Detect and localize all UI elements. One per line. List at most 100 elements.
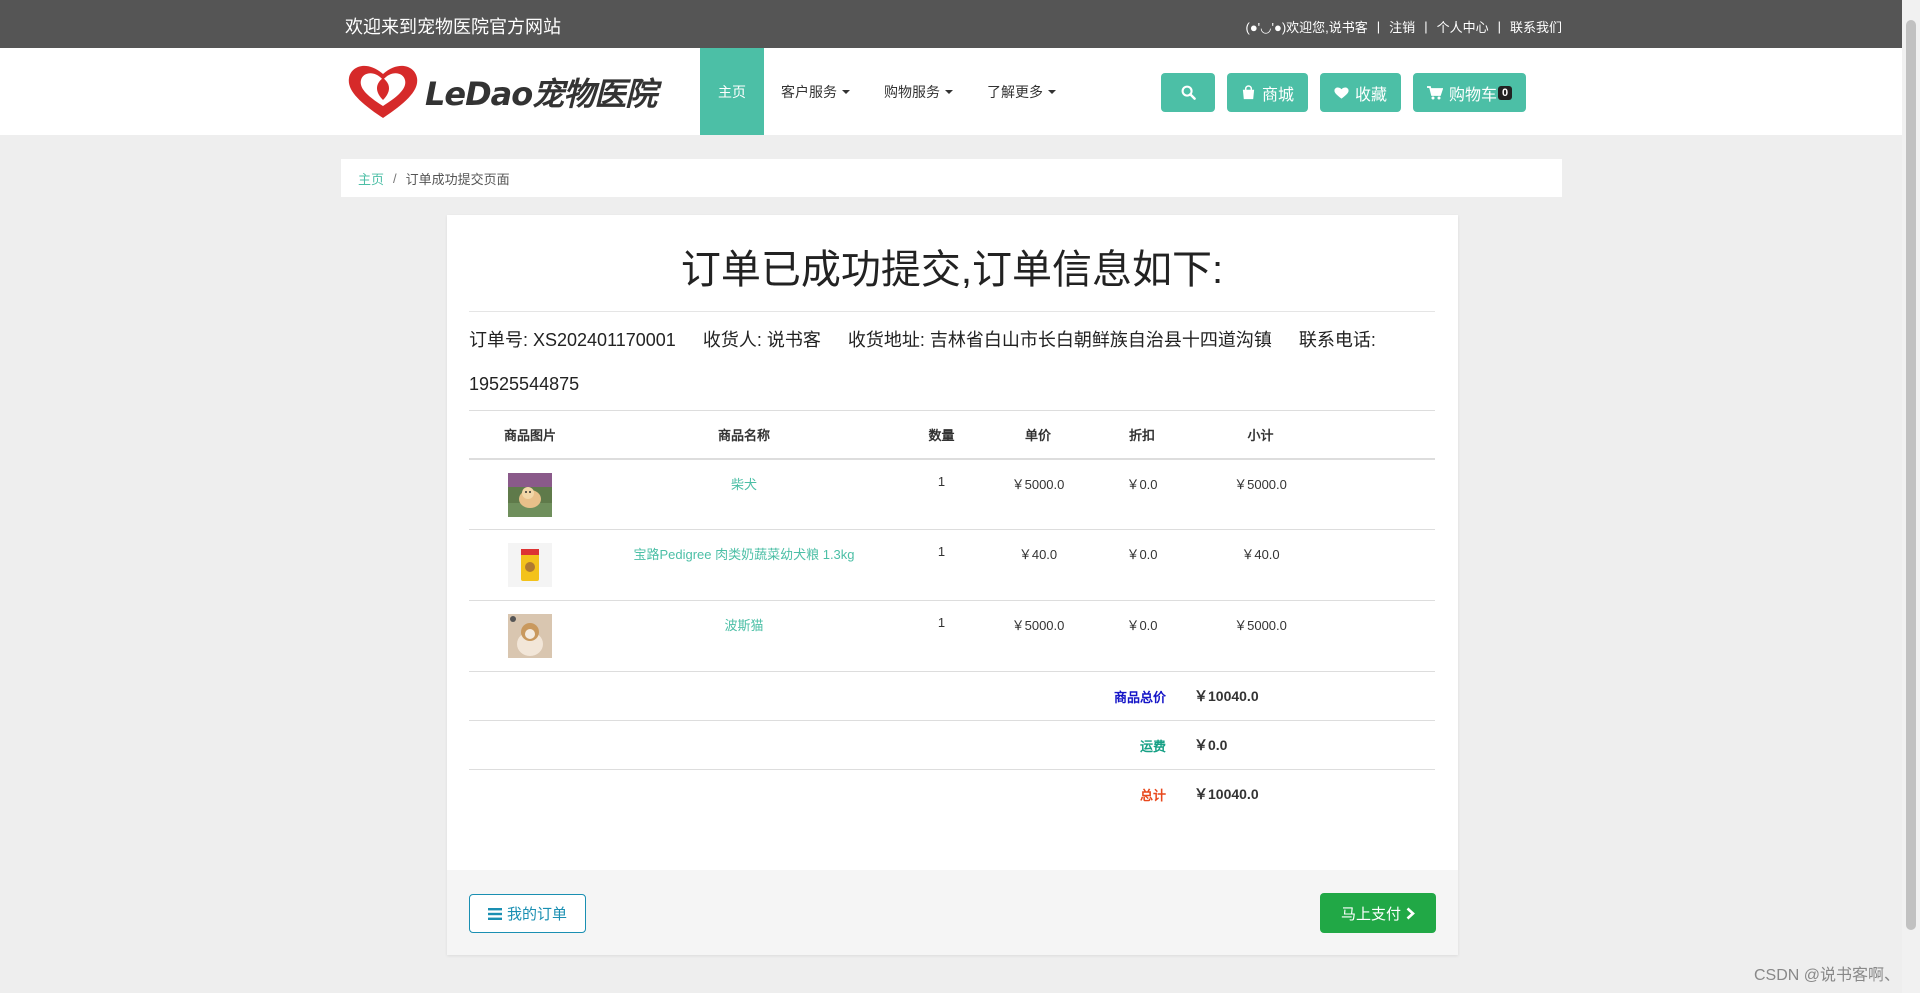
dog-food-bag-photo[interactable]	[508, 543, 552, 587]
my-orders-button[interactable]: 我的订单	[469, 894, 586, 933]
site-logo[interactable]: LeDao宠物医院	[345, 62, 657, 122]
quantity-cell: 1	[897, 458, 986, 530]
shop-button-label: 商城	[1262, 86, 1295, 104]
shipping-value: ￥0.0	[1194, 720, 1435, 770]
empty-cell	[1327, 529, 1435, 601]
quantity-cell: 1	[897, 529, 986, 601]
nav-item-label: 了解更多	[987, 83, 1043, 100]
caret-down-icon	[945, 89, 953, 94]
chevron-right-icon	[1406, 907, 1415, 919]
nav-action-buttons: 商城 收藏 购物车 0	[1161, 73, 1538, 112]
order-info: 订单号: XS202401170001 收货人: 说书客 收货地址: 吉林省白山…	[469, 318, 1435, 406]
nav-item-label: 主页	[718, 83, 746, 100]
empty-cell	[1327, 600, 1435, 672]
scrollbar-thumb[interactable]	[1906, 20, 1916, 930]
grand-total-row: 总计 ￥10040.0	[469, 770, 1435, 819]
discount-cell: ￥0.0	[1090, 600, 1194, 672]
shipping-label: 运费	[469, 720, 1194, 770]
cart-button[interactable]: 购物车 0	[1413, 73, 1527, 112]
panel-footer: 我的订单 马上支付	[447, 870, 1458, 955]
search-icon	[1181, 85, 1196, 100]
discount-cell: ￥0.0	[1090, 458, 1194, 530]
pay-now-label: 马上支付	[1340, 905, 1401, 923]
breadcrumb: 主页 / 订单成功提交页面	[341, 159, 1562, 197]
favorites-button[interactable]: 收藏	[1320, 73, 1402, 112]
product-name-link[interactable]: 柴犬	[731, 477, 757, 492]
goods-total-value: ￥10040.0	[1194, 671, 1435, 721]
quantity-cell: 1	[897, 600, 986, 672]
shop-button[interactable]: 商城	[1227, 73, 1309, 112]
caret-down-icon	[842, 89, 850, 94]
order-items-table: 商品图片 商品名称 数量 单价 折扣 小计 柴犬 1 ￥5000.0 ￥0.0 …	[469, 410, 1435, 819]
table-header-row: 商品图片 商品名称 数量 单价 折扣 小计	[469, 410, 1435, 460]
cart-button-label: 购物车	[1449, 86, 1498, 104]
product-name-cell: 柴犬	[591, 458, 897, 530]
breadcrumb-current: 订单成功提交页面	[405, 171, 510, 187]
heart-icon	[1334, 87, 1349, 99]
column-header: 数量	[897, 410, 986, 460]
separator: |	[1376, 19, 1381, 34]
my-orders-label: 我的订单	[506, 906, 567, 923]
grand-total-value: ￥10040.0	[1194, 786, 1259, 803]
contact-link[interactable]: 联系我们	[1510, 17, 1562, 36]
persian-cat-photo[interactable]	[508, 614, 552, 658]
product-image-cell	[469, 600, 591, 672]
goods-total-row: 商品总价 ￥10040.0	[469, 671, 1435, 721]
main-navbar: LeDao宠物医院 主页 客户服务 购物服务 了解更多 商城 收藏 购物车 0	[0, 48, 1902, 135]
list-icon	[487, 907, 502, 920]
nav-item-home[interactable]: 主页	[700, 48, 764, 135]
product-name-link[interactable]: 波斯猫	[724, 618, 763, 633]
favorites-button-label: 收藏	[1355, 86, 1388, 104]
column-header: 小计	[1194, 410, 1327, 460]
cart-count-badge: 0	[1498, 85, 1513, 100]
profile-link[interactable]: 个人中心	[1437, 17, 1489, 36]
column-header: 商品名称	[591, 410, 897, 460]
logo-text: LeDao宠物医院	[425, 75, 657, 113]
column-header: 折扣	[1090, 410, 1194, 460]
nav-item-shopping-service[interactable]: 购物服务	[867, 48, 970, 135]
page-title: 订单已成功提交,订单信息如下:	[469, 237, 1435, 312]
page-scrollbar[interactable]	[1902, 0, 1920, 993]
subtotal-cell: ￥5000.0	[1194, 458, 1327, 530]
price-cell: ￥40.0	[986, 529, 1090, 601]
order-success-panel: 订单已成功提交,订单信息如下: 订单号: XS202401170001 收货人:…	[447, 215, 1458, 955]
table-row: 柴犬 1 ￥5000.0 ￥0.0 ￥5000.0	[469, 458, 1435, 530]
nav-item-learn-more[interactable]: 了解更多	[970, 48, 1073, 135]
separator: |	[1497, 19, 1501, 34]
product-image-cell	[469, 458, 591, 530]
heart-logo-icon	[348, 65, 418, 118]
pay-now-button[interactable]: 马上支付	[1320, 893, 1436, 933]
shiba-dog-photo[interactable]	[508, 472, 552, 517]
caret-down-icon	[1048, 89, 1056, 94]
shopping-bag-icon	[1242, 85, 1255, 100]
column-header-empty	[1327, 410, 1435, 460]
site-welcome-text: 欢迎来到宠物医院官方网站	[345, 17, 561, 37]
empty-cell	[1327, 458, 1435, 530]
order-address: 收货地址: 吉林省白山市长白朝鲜族自治县十四道沟镇	[847, 330, 1272, 350]
order-phone-label: 联系电话:	[1298, 330, 1376, 350]
nav-item-label: 购物服务	[884, 83, 940, 100]
separator: |	[1424, 19, 1428, 34]
table-row: 波斯猫 1 ￥5000.0 ￥0.0 ￥5000.0	[469, 600, 1435, 672]
nav-menu: 主页 客户服务 购物服务 了解更多	[700, 48, 1073, 135]
breadcrumb-separator: /	[393, 170, 397, 186]
search-button[interactable]	[1161, 73, 1215, 112]
column-header: 单价	[986, 410, 1090, 460]
breadcrumb-home-link[interactable]: 主页	[358, 169, 384, 188]
subtotal-cell: ￥5000.0	[1194, 600, 1327, 672]
watermark: CSDN @说书客啊、	[1753, 967, 1900, 984]
top-bar: 欢迎来到宠物医院官方网站 (●'◡'●)欢迎您,说书客 | 注销 | 个人中心 …	[0, 0, 1902, 48]
price-cell: ￥5000.0	[986, 600, 1090, 672]
nav-item-customer-service[interactable]: 客户服务	[764, 48, 867, 135]
product-name-cell: 宝路Pedigree 肉类奶蔬菜幼犬粮 1.3kg	[591, 529, 897, 601]
logout-link[interactable]: 注销	[1389, 17, 1415, 36]
grand-total-label: 总计	[1139, 787, 1166, 803]
product-name-link[interactable]: 宝路Pedigree 肉类奶蔬菜幼犬粮 1.3kg	[633, 547, 854, 562]
table-row: 宝路Pedigree 肉类奶蔬菜幼犬粮 1.3kg 1 ￥40.0 ￥0.0 ￥…	[469, 529, 1435, 601]
price-cell: ￥5000.0	[986, 458, 1090, 530]
product-image-cell	[469, 529, 591, 601]
discount-cell: ￥0.0	[1090, 529, 1194, 601]
goods-total-label: 商品总价	[469, 671, 1194, 721]
order-number: 订单号: XS202401170001	[469, 330, 676, 350]
order-receiver: 收货人: 说书客	[702, 330, 821, 350]
